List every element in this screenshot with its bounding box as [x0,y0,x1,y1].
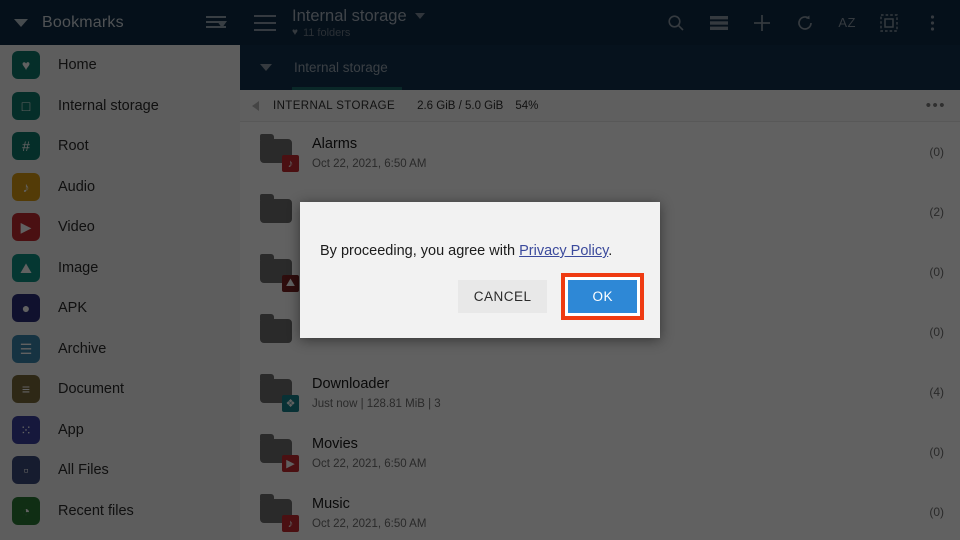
ok-button[interactable]: OK [568,280,637,313]
dialog-text-after: . [608,243,613,259]
file-manager-screen: Bookmarks ♥Home□Internal storage#Root♪Au… [0,0,960,540]
dialog-text-before: By proceeding, you agree with [320,243,520,259]
dialog-message: By proceeding, you agree with Privacy Po… [300,202,660,261]
ok-button-highlight: OK [561,273,644,320]
privacy-policy-dialog: By proceeding, you agree with Privacy Po… [300,202,660,338]
privacy-policy-link[interactable]: Privacy Policy [519,243,608,259]
cancel-button[interactable]: CANCEL [457,280,548,313]
dialog-actions: CANCEL OK [300,273,660,338]
